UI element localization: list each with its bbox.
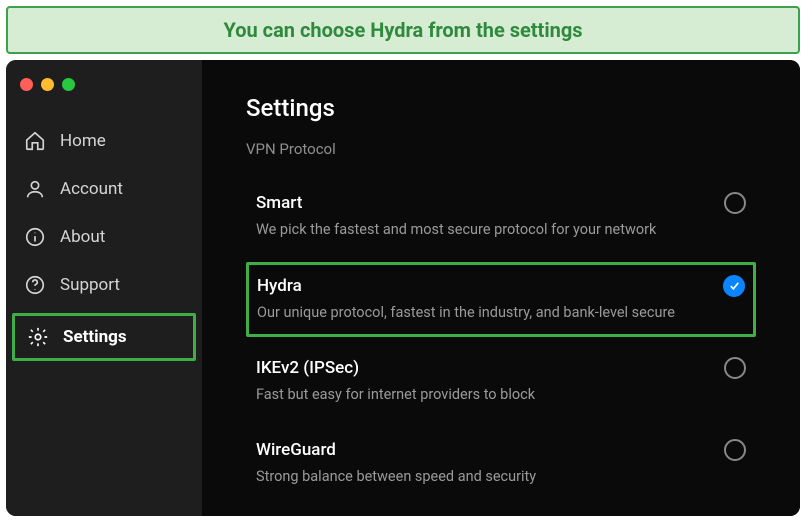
- maximize-window-button[interactable]: [62, 78, 75, 91]
- protocol-option-wireguard[interactable]: WireGuard Strong balance between speed a…: [246, 427, 756, 501]
- protocol-desc: Strong balance between speed and securit…: [256, 467, 746, 487]
- close-window-button[interactable]: [20, 78, 33, 91]
- minimize-window-button[interactable]: [41, 78, 54, 91]
- sidebar-item-settings[interactable]: Settings: [12, 313, 196, 361]
- sidebar-item-account[interactable]: Account: [6, 165, 202, 213]
- app-window: Home Account About Support: [6, 60, 800, 516]
- sidebar: Home Account About Support: [6, 60, 202, 516]
- sidebar-nav: Home Account About Support: [6, 117, 202, 365]
- protocol-option-smart[interactable]: Smart We pick the fastest and most secur…: [246, 180, 756, 254]
- protocol-desc: We pick the fastest and most secure prot…: [256, 220, 746, 240]
- protocol-desc: Our unique protocol, fastest in the indu…: [257, 303, 745, 323]
- settings-panel: Settings VPN Protocol Smart We pick the …: [202, 60, 800, 516]
- annotation-banner: You can choose Hydra from the settings: [6, 6, 800, 54]
- home-icon: [24, 130, 46, 152]
- protocol-name: Hydra: [257, 276, 302, 296]
- sidebar-item-label: Support: [60, 275, 120, 295]
- sidebar-item-about[interactable]: About: [6, 213, 202, 261]
- protocol-name: WireGuard: [256, 440, 336, 460]
- sidebar-item-support[interactable]: Support: [6, 261, 202, 309]
- sidebar-item-label: Settings: [63, 327, 127, 347]
- annotation-text: You can choose Hydra from the settings: [223, 18, 582, 42]
- protocol-desc: Fast but easy for internet providers to …: [256, 385, 746, 405]
- section-label: VPN Protocol: [246, 140, 756, 158]
- radio-unchecked-icon[interactable]: [724, 192, 746, 214]
- radio-unchecked-icon[interactable]: [724, 439, 746, 461]
- person-icon: [24, 178, 46, 200]
- protocol-name: IKEv2 (IPSec): [256, 358, 359, 378]
- sidebar-item-label: Account: [60, 179, 123, 199]
- protocol-name: Smart: [256, 193, 302, 213]
- protocol-option-ikev2[interactable]: IKEv2 (IPSec) Fast but easy for internet…: [246, 345, 756, 419]
- sidebar-item-label: Home: [60, 131, 106, 151]
- help-icon: [24, 274, 46, 296]
- gear-icon: [27, 326, 49, 348]
- window-controls: [6, 70, 202, 117]
- sidebar-item-label: About: [60, 227, 105, 247]
- page-title: Settings: [246, 94, 756, 122]
- info-icon: [24, 226, 46, 248]
- radio-unchecked-icon[interactable]: [724, 357, 746, 379]
- sidebar-item-home[interactable]: Home: [6, 117, 202, 165]
- radio-checked-icon[interactable]: [723, 275, 745, 297]
- protocol-option-hydra[interactable]: Hydra Our unique protocol, fastest in th…: [246, 262, 756, 338]
